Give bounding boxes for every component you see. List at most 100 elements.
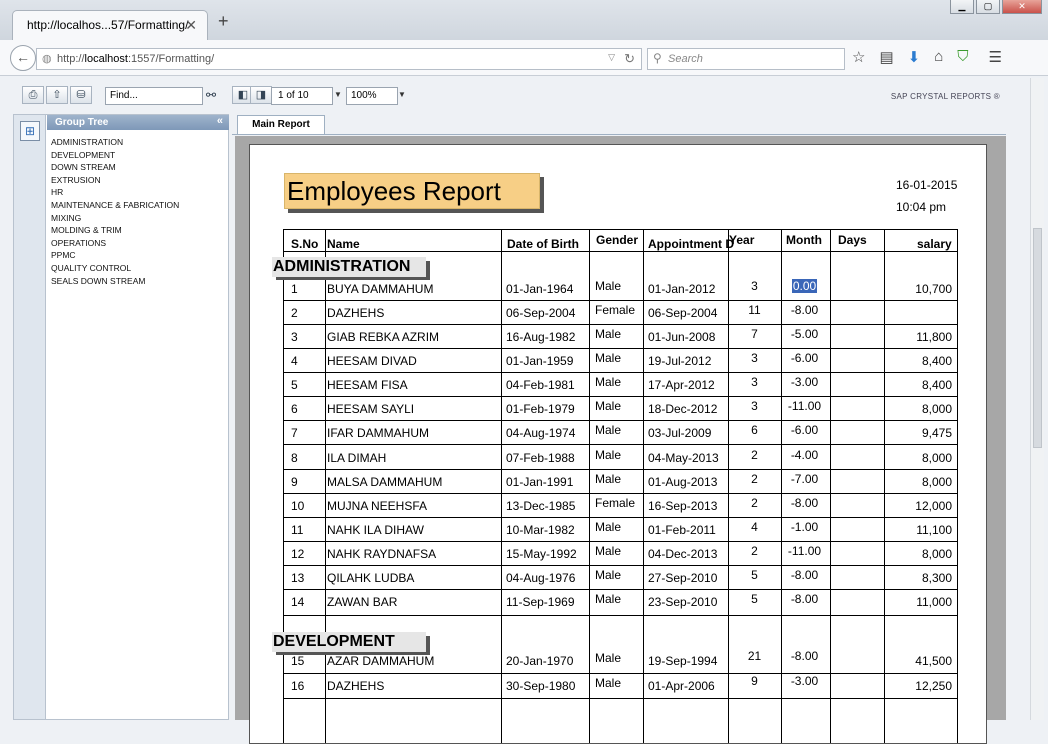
group-tree-item-development[interactable]: DEVELOPMENT — [51, 149, 179, 162]
page-number-input[interactable]: 1 of 10 — [271, 87, 333, 105]
menu-icon[interactable]: ☰ — [989, 48, 1002, 66]
table-cell: 41,500 — [915, 654, 952, 668]
url-dropdown-icon[interactable]: ▽ — [608, 52, 615, 63]
table-cell: Female — [595, 496, 636, 510]
table-cell: 01-Jan-2012 — [648, 282, 716, 296]
table-row-rule — [283, 324, 958, 325]
column-header: Name — [327, 237, 360, 251]
group-tree-item-molding[interactable]: MOLDING & TRIM — [51, 224, 179, 237]
minimize-icon[interactable]: ▁ — [950, 0, 974, 14]
table-cell: MUJNA NEEHSFA — [327, 499, 428, 513]
table-cell: -3.00 — [790, 375, 819, 389]
table-column-divider — [283, 229, 284, 743]
table-cell: 01-Apr-2006 — [648, 679, 715, 693]
table-cell: 9,475 — [921, 426, 952, 440]
close-tab-icon[interactable]: ✕ — [185, 17, 197, 34]
column-header: Appointment D — [648, 237, 734, 251]
table-cell: 8,000 — [921, 451, 952, 465]
table-cell: 13 — [291, 571, 305, 585]
zoom-select[interactable]: 100% — [346, 87, 398, 105]
column-header: Date of Birth — [507, 237, 579, 251]
table-cell: 3 — [291, 330, 298, 344]
table-cell: 17-Apr-2012 — [648, 378, 715, 392]
globe-icon: ◍ — [42, 53, 52, 65]
zoom-dropdown-icon[interactable]: ▼ — [398, 90, 406, 99]
group-tree-item-mixing[interactable]: MIXING — [51, 212, 179, 225]
table-column-divider — [830, 229, 831, 743]
table-cell: 11 — [748, 303, 761, 317]
toggle-group-tree-button[interactable]: ⛁ — [70, 86, 92, 104]
group-tree-item-down-stream[interactable]: DOWN STREAM — [51, 161, 179, 174]
new-tab-button[interactable]: + — [218, 12, 229, 30]
table-cell: -8.00 — [790, 496, 819, 510]
table-cell: Male — [595, 676, 622, 690]
binoculars-icon[interactable]: ⚯ — [206, 88, 216, 102]
table-cell: Male — [595, 651, 622, 665]
table-cell: Male — [595, 448, 622, 462]
browser-tab-bar: http://localhos...57/Formatting/ ✕ + ▁ ▢… — [0, 0, 1048, 41]
shield-icon[interactable]: ⛉ — [957, 48, 968, 66]
collapse-icon[interactable]: « — [217, 115, 223, 127]
table-row-rule — [283, 615, 958, 616]
table-cell: 12,000 — [915, 499, 952, 513]
tab-main-report[interactable]: Main Report — [237, 115, 325, 134]
table-cell: Male — [595, 568, 622, 582]
group-tree-item-hr[interactable]: HR — [51, 186, 179, 199]
table-cell: 8,000 — [921, 547, 952, 561]
column-header: S.No — [291, 237, 319, 251]
close-window-icon[interactable]: ✕ — [1002, 0, 1042, 14]
table-row-rule — [283, 565, 958, 566]
back-button[interactable]: ← — [10, 45, 36, 71]
reload-icon[interactable]: ↻ — [624, 51, 635, 67]
export-button[interactable]: ⇧ — [46, 86, 68, 104]
table-cell: -1.00 — [790, 520, 819, 534]
group-header: ADMINISTRATION — [272, 257, 430, 280]
table-cell: 19-Jul-2012 — [648, 354, 712, 368]
page-indicator: 1 of 10 — [278, 90, 309, 101]
table-cell: 04-Aug-1976 — [506, 571, 576, 585]
bookmark-star-icon[interactable]: ☆ — [852, 48, 865, 66]
selected-text: 0.00 — [791, 279, 818, 293]
page-dropdown-icon[interactable]: ▼ — [334, 90, 342, 99]
browser-tab[interactable]: http://localhos...57/Formatting/ ✕ — [12, 10, 208, 41]
table-cell: 01-Feb-2011 — [648, 523, 716, 537]
table-cell: 8,000 — [921, 402, 952, 416]
table-cell: 11,000 — [916, 595, 952, 609]
scrollbar-thumb[interactable] — [1033, 228, 1042, 448]
reading-list-icon[interactable]: ▤ — [879, 48, 893, 66]
table-cell: 5 — [751, 592, 758, 606]
group-tree-item-operations[interactable]: OPERATIONS — [51, 237, 179, 250]
table-row-rule — [283, 698, 958, 699]
table-cell: HEESAM DIVAD — [327, 354, 417, 368]
download-icon[interactable]: ⬇ — [908, 48, 921, 66]
search-input[interactable]: ⚲ Search — [647, 48, 845, 70]
previous-page-icon[interactable]: ◨ — [250, 86, 272, 104]
table-cell: -3.00 — [790, 674, 819, 688]
table-cell: -11.00 — [787, 399, 822, 413]
report-title: Employees Report — [284, 173, 540, 209]
tree-icon[interactable]: ⊞ — [20, 121, 40, 141]
table-cell: DAZHEHS — [327, 306, 385, 320]
print-button[interactable]: ⎙ — [22, 86, 44, 104]
table-cell: ILA DIMAH — [327, 451, 387, 465]
home-icon[interactable]: ⌂ — [934, 48, 943, 66]
browser-nav-bar: ← ◍ http://localhost:1557/Formatting/ ▽ … — [0, 40, 1048, 76]
find-input[interactable]: Find... — [105, 87, 203, 105]
maximize-icon[interactable]: ▢ — [976, 0, 1000, 14]
group-tree-item-ppmc[interactable]: PPMC — [51, 249, 179, 262]
vertical-scrollbar[interactable] — [1030, 78, 1044, 720]
group-tree-item-administration[interactable]: ADMINISTRATION — [51, 136, 179, 149]
report-time: 10:04 pm — [896, 200, 947, 214]
address-bar[interactable]: ◍ http://localhost:1557/Formatting/ ▽ ↻ — [36, 48, 642, 70]
table-cell: 11 — [291, 523, 304, 537]
table-cell: Male — [595, 351, 622, 365]
group-tree-item-seals-down-stream[interactable]: SEALS DOWN STREAM — [51, 275, 179, 288]
table-cell: 9 — [291, 475, 298, 489]
group-tree-item-extrusion[interactable]: EXTRUSION — [51, 174, 179, 187]
report-page: Employees Report 16-01-2015 10:04 pm S.N… — [249, 144, 987, 744]
table-cell: 06-Sep-2004 — [648, 306, 718, 320]
group-tree-item-maintenance[interactable]: MAINTENANCE & FABRICATION — [51, 199, 179, 212]
group-tree-item-quality-control[interactable]: QUALITY CONTROL — [51, 262, 179, 275]
table-row-rule — [283, 444, 958, 445]
table-cell: 30-Sep-1980 — [506, 679, 576, 693]
